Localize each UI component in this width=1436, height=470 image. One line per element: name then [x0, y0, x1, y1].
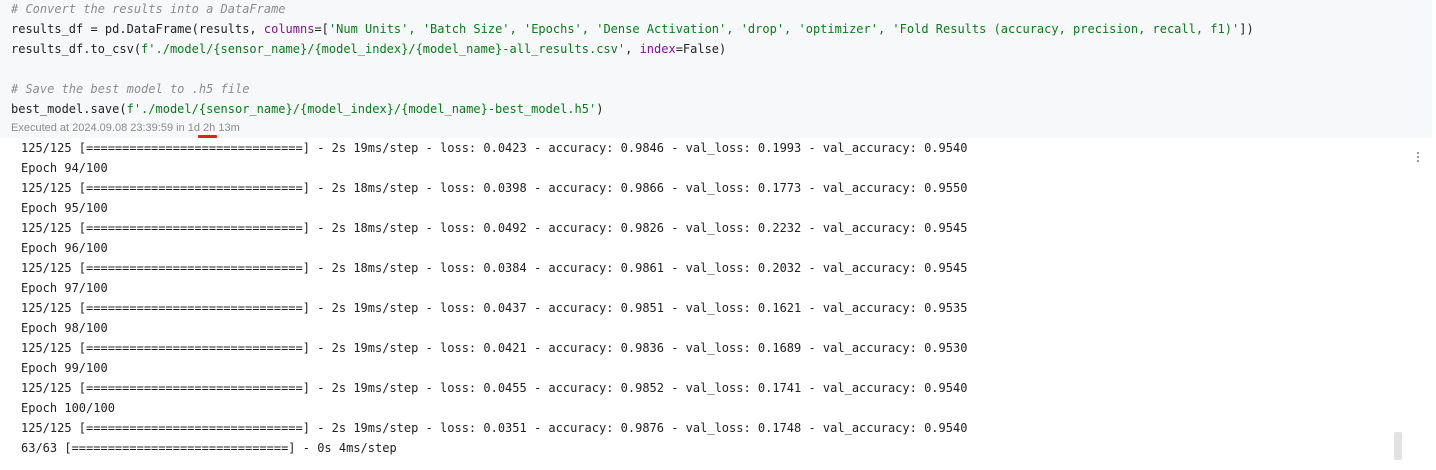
code-string-columns: 'Num Units', 'Batch Size', 'Epochs', 'De…	[328, 22, 1240, 36]
output-line: Epoch 100/100	[21, 401, 115, 415]
code-string-h5-path: f'./model/{sensor_name}/{model_index}/{m…	[126, 102, 597, 116]
code-string-csv-path: f'./model/{sensor_name}/{model_index}/{m…	[141, 42, 626, 56]
code-text: =[	[314, 22, 329, 36]
output-line: 63/63 [==============================] -…	[21, 441, 397, 455]
code-line-to-csv: results_df.to_csv(f'./model/{sensor_name…	[11, 39, 726, 59]
code-line-dataframe: results_df = pd.DataFrame(results, colum…	[11, 19, 1254, 39]
code-comment-convert: # Convert the results into a DataFrame	[11, 2, 286, 16]
code-cell[interactable]: # Convert the results into a DataFrame r…	[0, 0, 1432, 138]
code-text: )	[596, 102, 604, 116]
output-line: 125/125 [==============================]…	[21, 261, 968, 275]
code-text: results_df.to_csv(	[11, 42, 142, 56]
code-keyword-index: index	[639, 42, 676, 56]
output-line: 125/125 [==============================]…	[21, 221, 968, 235]
output-line: Epoch 95/100	[21, 201, 108, 215]
code-text: =False)	[675, 42, 727, 56]
code-text: results_df = pd.DataFrame(results,	[11, 22, 264, 36]
code-comment-save: # Save the best model to .h5 file	[11, 82, 250, 96]
output-line: Epoch 98/100	[21, 321, 108, 335]
output-scrollbar-thumb[interactable]	[1394, 432, 1402, 460]
output-line: Epoch 97/100	[21, 281, 108, 295]
code-keyword-columns: columns	[263, 22, 315, 36]
code-text: best_model.save(	[11, 102, 127, 116]
code-line-save-model: best_model.save(f'./model/{sensor_name}/…	[11, 99, 603, 119]
output-line: 125/125 [==============================]…	[21, 341, 968, 355]
output-line: 125/125 [==============================]…	[21, 181, 968, 195]
output-line: 125/125 [==============================]…	[21, 421, 968, 435]
cell-output[interactable]: 125/125 [==============================]…	[0, 138, 1436, 470]
output-line: 125/125 [==============================]…	[21, 381, 968, 395]
code-text: ,	[625, 42, 640, 56]
more-vertical-icon[interactable]	[1410, 150, 1426, 166]
execution-info: Executed at 2024.09.08 23:39:59 in 1d 2h…	[11, 122, 240, 134]
output-line: Epoch 94/100	[21, 161, 108, 175]
code-text: ])	[1239, 22, 1254, 36]
output-line: Epoch 99/100	[21, 361, 108, 375]
output-line: 125/125 [==============================]…	[21, 141, 968, 155]
output-line: Epoch 96/100	[21, 241, 108, 255]
output-line: 125/125 [==============================]…	[21, 301, 968, 315]
